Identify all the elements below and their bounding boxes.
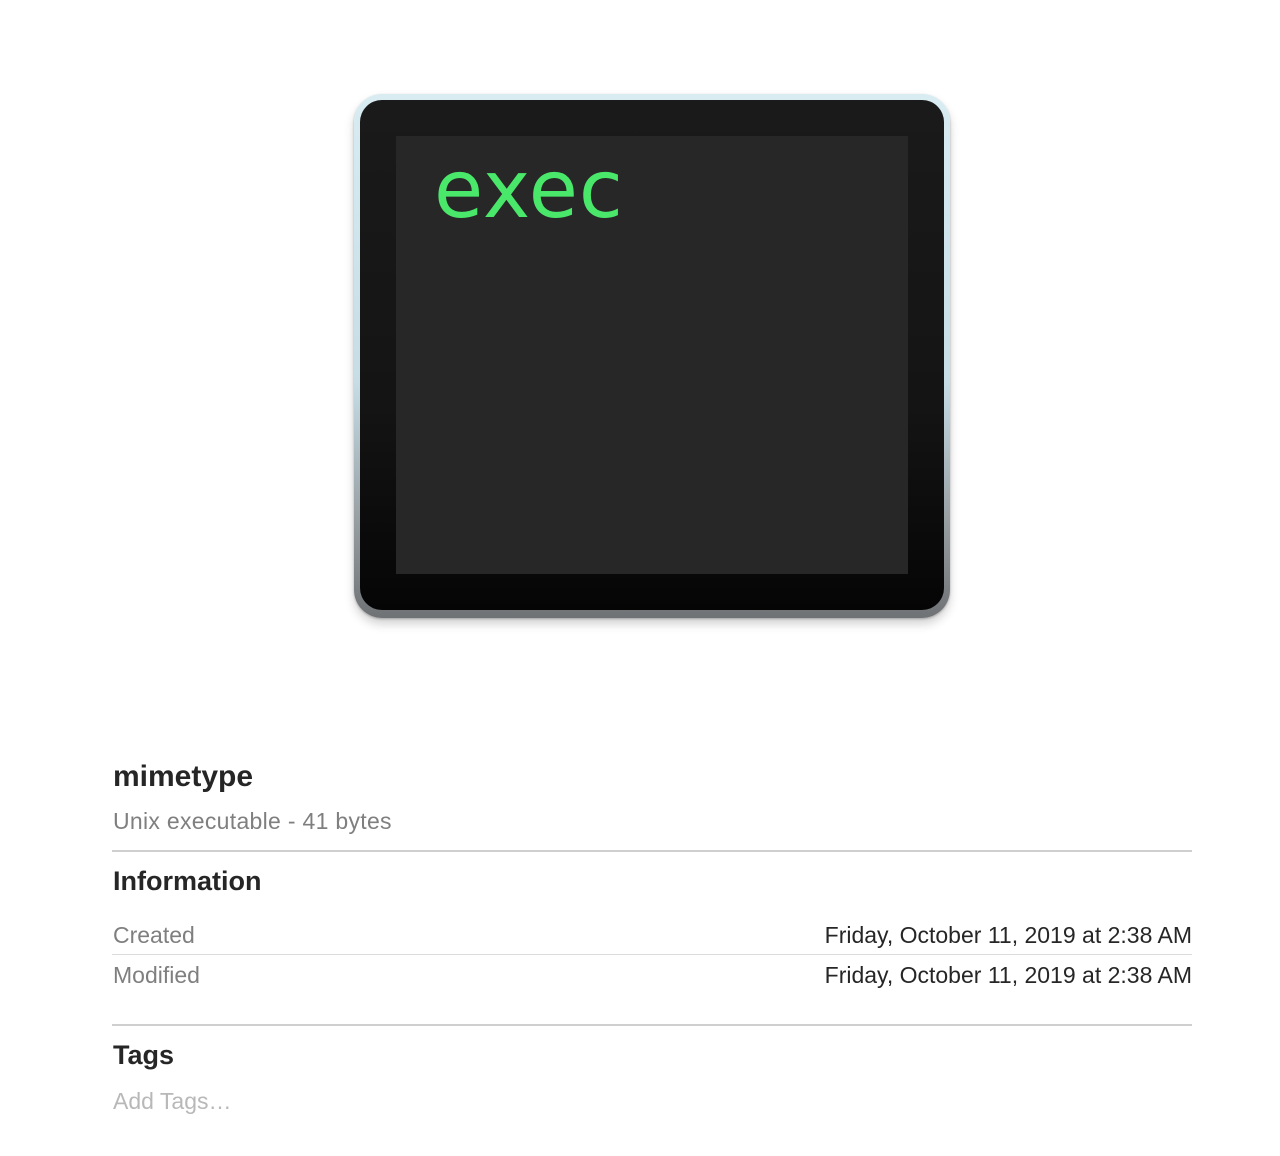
- created-value: Friday, October 11, 2019 at 2:38 AM: [824, 922, 1192, 948]
- terminal-screen-text: exec: [434, 143, 624, 236]
- created-label: Created: [113, 922, 195, 948]
- terminal-exec-icon: exec: [354, 94, 950, 618]
- information-title: Information: [113, 866, 262, 896]
- tags-title: Tags: [113, 1040, 175, 1070]
- terminal-screen: exec: [396, 136, 908, 574]
- section-divider: [112, 1024, 1192, 1026]
- row-divider: [112, 954, 1192, 955]
- section-divider: [112, 850, 1192, 852]
- file-kind-size: Unix executable - 41 bytes: [113, 808, 392, 834]
- modified-label: Modified: [113, 962, 200, 988]
- modified-value: Friday, October 11, 2019 at 2:38 AM: [824, 962, 1192, 988]
- terminal-bezel: exec: [360, 100, 944, 610]
- add-tags-field[interactable]: Add Tags…: [113, 1088, 231, 1115]
- file-name: mimetype: [113, 760, 254, 793]
- file-info-panel: exec mimetype Unix executable - 41 bytes…: [0, 0, 1280, 1156]
